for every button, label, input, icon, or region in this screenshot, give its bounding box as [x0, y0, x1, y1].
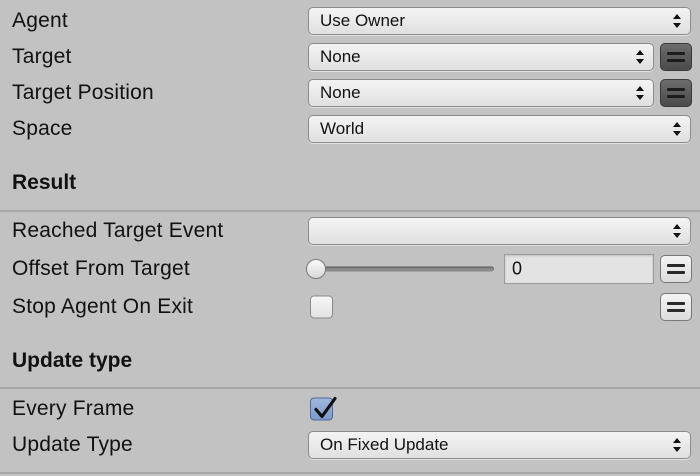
target-position-dropdown-value: None [320, 83, 361, 102]
every-frame-label: Every Frame [12, 397, 135, 420]
updown-arrows-icon [673, 224, 681, 238]
offset-slider-track[interactable] [316, 266, 494, 272]
space-row: Space World [0, 111, 700, 147]
space-label: Space [12, 117, 73, 140]
reached-target-event-dropdown[interactable] [308, 217, 691, 245]
target-variable-toggle-button[interactable] [660, 43, 692, 71]
offset-value: 0 [512, 258, 523, 279]
updown-arrows-icon [636, 86, 644, 100]
offset-value-field[interactable]: 0 [504, 254, 654, 284]
update-type-section-title: Update type [12, 349, 133, 372]
update-divider [0, 387, 700, 389]
target-position-row: Target Position None [0, 75, 700, 111]
result-divider [0, 210, 700, 212]
every-frame-checkbox[interactable] [310, 396, 337, 421]
offset-from-target-row: Offset From Target 0 [0, 251, 700, 287]
offset-slider-thumb[interactable] [306, 259, 326, 279]
updown-arrows-icon [673, 14, 681, 28]
agent-dropdown[interactable]: Use Owner [308, 7, 691, 35]
agent-label: Agent [12, 9, 68, 32]
offset-variable-toggle-button[interactable] [660, 255, 692, 283]
update-type-label: Update Type [12, 433, 133, 456]
stop-agent-variable-toggle-button[interactable] [660, 293, 692, 321]
target-position-dropdown[interactable]: None [308, 79, 654, 107]
bottom-divider [0, 472, 700, 474]
update-type-dropdown-value: On Fixed Update [320, 435, 449, 454]
stop-agent-on-exit-label: Stop Agent On Exit [12, 295, 194, 318]
stop-agent-on-exit-row: Stop Agent On Exit [0, 289, 700, 325]
target-label: Target [12, 45, 72, 68]
space-dropdown[interactable]: World [308, 115, 691, 143]
offset-from-target-label: Offset From Target [12, 257, 190, 280]
reached-target-event-label: Reached Target Event [12, 219, 224, 242]
agent-dropdown-value: Use Owner [320, 11, 406, 30]
reached-target-event-row: Reached Target Event [0, 213, 700, 249]
update-type-row: Update Type On Fixed Update [0, 427, 700, 463]
agent-row: Agent Use Owner [0, 3, 700, 39]
space-dropdown-value: World [320, 119, 365, 138]
update-type-dropdown[interactable]: On Fixed Update [308, 431, 691, 459]
target-position-label: Target Position [12, 81, 154, 104]
every-frame-row: Every Frame [0, 391, 700, 427]
target-dropdown-value: None [320, 47, 361, 66]
target-row: Target None [0, 39, 700, 75]
target-dropdown[interactable]: None [308, 43, 654, 71]
result-section-title: Result [12, 171, 77, 194]
updown-arrows-icon [673, 438, 681, 452]
updown-arrows-icon [636, 50, 644, 64]
stop-agent-on-exit-checkbox[interactable] [310, 295, 333, 319]
updown-arrows-icon [673, 122, 681, 136]
checkmark-icon [314, 396, 337, 419]
target-position-variable-toggle-button[interactable] [660, 79, 692, 107]
